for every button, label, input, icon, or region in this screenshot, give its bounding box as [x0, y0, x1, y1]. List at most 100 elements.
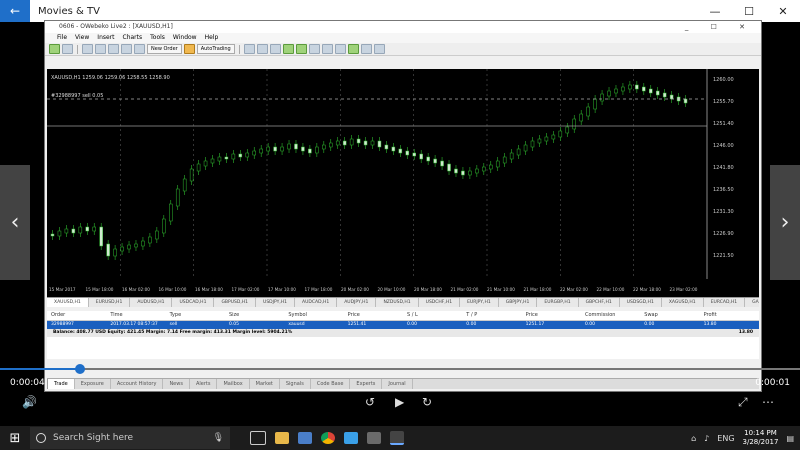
terminal-tab-9[interactable]: Experts	[350, 379, 383, 389]
terminal-tab-6[interactable]: Market	[250, 379, 280, 389]
metaeditor-icon[interactable]	[183, 44, 195, 54]
column-header[interactable]: Type	[166, 311, 225, 320]
menu-insert[interactable]: Insert	[97, 33, 114, 43]
chart-tab-14[interactable]: USDSGD,H1	[620, 298, 662, 307]
menu-file[interactable]: File	[57, 33, 67, 43]
search-input[interactable]: Search Sight here 🎙	[30, 427, 230, 449]
task-view-icon[interactable]	[250, 431, 266, 445]
chart-tab-13[interactable]: GBPCHF,H1	[579, 298, 620, 307]
column-header[interactable]: T / P	[462, 311, 521, 320]
menu-view[interactable]: View	[75, 33, 89, 43]
zoom-out-icon[interactable]	[295, 44, 307, 54]
speaker-icon[interactable]: ♪	[704, 434, 709, 443]
column-header[interactable]: Price	[344, 311, 403, 320]
new-chart-icon[interactable]	[49, 44, 60, 54]
column-header[interactable]: Price	[522, 311, 581, 320]
chart-tab-7[interactable]: AUDJPY,H1	[337, 298, 377, 307]
terminal-tab-0[interactable]: Trade	[47, 379, 75, 389]
chart-tab-3[interactable]: USDCAD,H1	[172, 298, 215, 307]
seek-thumb[interactable]	[75, 364, 85, 374]
chrome-icon[interactable]	[321, 432, 335, 444]
microphone-icon[interactable]: 🎙	[213, 433, 224, 443]
chart-tab-16[interactable]: EURCAD,H1	[704, 298, 746, 307]
chart-tab-0[interactable]: XAUUSD,H1	[47, 298, 89, 307]
menu-charts[interactable]: Charts	[123, 33, 143, 43]
terminal-icon[interactable]	[121, 44, 132, 54]
terminal-tab-3[interactable]: News	[163, 379, 190, 389]
chart-tab-9[interactable]: USDCHF,H1	[419, 298, 461, 307]
notifications-icon[interactable]: ▤	[786, 434, 794, 443]
profiles-icon[interactable]	[62, 44, 73, 54]
auto-scroll-icon[interactable]	[334, 44, 346, 54]
skype-icon[interactable]	[344, 432, 358, 444]
chart-tab-6[interactable]: AUDCAD,H1	[295, 298, 338, 307]
volume-icon[interactable]: 🔊	[22, 395, 37, 409]
line-chart-icon[interactable]	[269, 44, 281, 54]
network-icon[interactable]: ⌂	[691, 434, 696, 443]
column-header[interactable]: Size	[225, 311, 284, 320]
terminal-tab-7[interactable]: Signals	[280, 379, 311, 389]
windows-start-icon[interactable]: ⊞	[0, 431, 30, 446]
terminal-tab-1[interactable]: Exposure	[75, 379, 111, 389]
column-header[interactable]: Order	[47, 311, 106, 320]
store-icon[interactable]	[298, 432, 312, 444]
chart-tab-4[interactable]: GBPUSD,H1	[214, 298, 257, 307]
column-header[interactable]: Commission	[581, 311, 640, 320]
tester-icon[interactable]	[134, 44, 145, 54]
back-button[interactable]: ←	[0, 0, 30, 22]
column-header[interactable]: Profit	[700, 311, 759, 320]
periods-icon[interactable]	[360, 44, 372, 54]
terminal-tab-2[interactable]: Account History	[111, 379, 164, 389]
market-watch-icon[interactable]	[82, 44, 93, 54]
play-icon[interactable]: ▶	[395, 395, 404, 409]
indicators-icon[interactable]	[347, 44, 359, 54]
next-video-button[interactable]: ›	[770, 165, 800, 280]
terminal-tab-5[interactable]: Mailbox	[217, 379, 250, 389]
tile-windows-icon[interactable]	[308, 44, 320, 54]
menu-tools[interactable]: Tools	[150, 33, 165, 43]
chart-shift-icon[interactable]	[321, 44, 333, 54]
chart-tab-10[interactable]: EURJPY,H1	[460, 298, 499, 307]
column-header[interactable]: S / L	[403, 311, 462, 320]
table-row[interactable]: 32988997 2017.03.17 08:57:37 sell 0.05 xauus…	[47, 321, 759, 329]
maximize-button[interactable]: ☐	[732, 0, 766, 22]
clock[interactable]: 10:14 PM 3/28/2017	[743, 429, 779, 447]
chart-tab-8[interactable]: NZDUSD,H1	[376, 298, 419, 307]
more-options-icon[interactable]: ⋯	[762, 395, 774, 409]
seek-bar[interactable]	[0, 364, 800, 374]
chart-tab-12[interactable]: EURGBP,H1	[537, 298, 579, 307]
language-indicator[interactable]: ENG	[717, 434, 734, 443]
zoom-in-icon[interactable]	[282, 44, 294, 54]
chart-tab-11[interactable]: GBPJPY,H1	[499, 298, 538, 307]
navigator-icon[interactable]	[108, 44, 119, 54]
autotrading-button[interactable]: AutoTrading	[196, 44, 235, 54]
column-header[interactable]: Time	[106, 311, 165, 320]
close-button[interactable]: ✕	[766, 0, 800, 22]
chart-tab-2[interactable]: AUDUSD,H1	[130, 298, 173, 307]
chart-tab-15[interactable]: XAGUSD,H1	[662, 298, 704, 307]
previous-video-button[interactable]: ‹	[0, 165, 30, 280]
price-chart[interactable]: XAUUSD,H1 1259.06 1259.06 1258.55 1258.9…	[47, 69, 759, 297]
movies-tv-icon[interactable]	[390, 431, 404, 445]
new-order-button[interactable]: New Order	[147, 44, 182, 54]
rewind-icon[interactable]: ↺	[365, 395, 375, 409]
column-header[interactable]: Swap	[640, 311, 699, 320]
candlestick-icon[interactable]	[256, 44, 268, 54]
file-explorer-icon[interactable]	[275, 432, 289, 444]
app-icon[interactable]	[367, 432, 381, 444]
column-header[interactable]: Symbol	[284, 311, 343, 320]
templates-icon[interactable]	[373, 44, 385, 54]
fullscreen-icon[interactable]: ⤢	[738, 395, 748, 410]
terminal-tab-10[interactable]: Journal	[382, 379, 413, 389]
menu-help[interactable]: Help	[205, 33, 219, 43]
chart-tab-5[interactable]: USDJPY,H1	[256, 298, 296, 307]
terminal-tab-4[interactable]: Alerts	[190, 379, 218, 389]
chart-tab-17[interactable]: GAI	[745, 298, 759, 307]
bar-chart-icon[interactable]	[243, 44, 255, 54]
data-window-icon[interactable]	[95, 44, 106, 54]
terminal-tab-8[interactable]: Code Base	[311, 379, 351, 389]
forward-icon[interactable]: ↻	[422, 395, 432, 409]
menu-window[interactable]: Window	[173, 33, 197, 43]
minimize-button[interactable]: —	[698, 0, 732, 22]
chart-tab-1[interactable]: EURUSD,H1	[89, 298, 131, 307]
